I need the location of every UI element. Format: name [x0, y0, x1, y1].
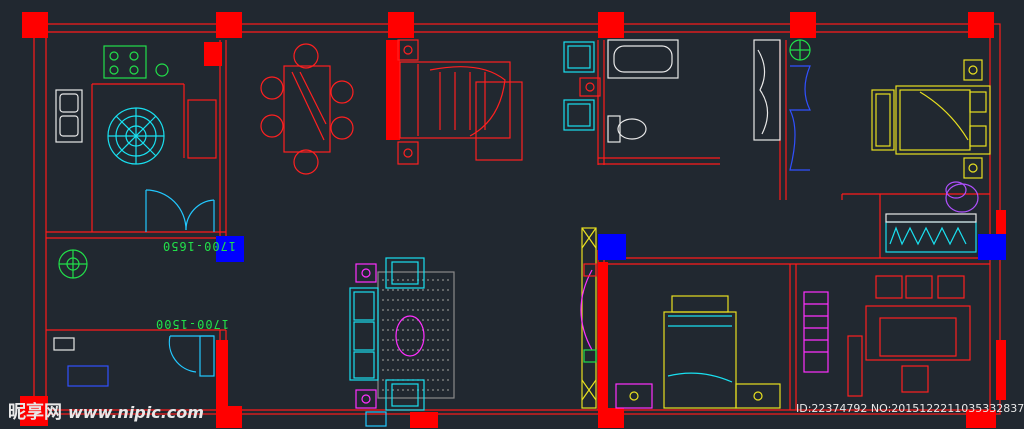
watermark-id: ID:22374792 NO:20151222110353328373: [796, 402, 1024, 415]
side-table-red: [579, 77, 601, 97]
wardrobe-panel: [753, 39, 781, 141]
kitchen-double-door: [145, 189, 215, 232]
kitchen-sink: [55, 89, 83, 143]
entry-door: [168, 335, 215, 377]
watermark-url: www.nipic.com: [68, 403, 204, 422]
study-desk-red: [847, 275, 971, 397]
sofa-set-cyan: [349, 257, 425, 411]
bed-yellow: [871, 59, 991, 179]
toilet: [607, 115, 647, 143]
watermark-logo: 昵享网 www.nipic.com: [8, 398, 204, 424]
dimension-label-lower: 1700-1500: [155, 317, 230, 331]
vanity-blue: [789, 65, 811, 171]
rug-pattern: [377, 271, 455, 399]
desk-shelf-white: [885, 213, 977, 223]
dining-table-set: [260, 43, 354, 175]
shoe-cabinet: [53, 337, 109, 387]
kitchen-stove: [103, 45, 169, 79]
floor-plan-canvas: 1700-1650 1700-1500 昵享网 www.nipic.com ID:…: [0, 0, 1024, 429]
double-bed-red: [397, 39, 523, 165]
plant-top: [789, 39, 811, 61]
round-dining-table: [107, 107, 165, 165]
desk-cyan: [885, 221, 977, 253]
armchairs-cyan: [563, 41, 595, 131]
lounge-chair-purple: [945, 181, 979, 213]
kitchen-cabinet: [187, 99, 217, 159]
coffee-table-magenta: [355, 263, 425, 409]
plant-left: [58, 249, 88, 279]
bookshelf-magenta: [803, 291, 829, 373]
floor-plan-drawing: [20, 12, 1006, 428]
watermark-site-name: 昵享网: [8, 402, 62, 423]
structural-columns: [20, 12, 1006, 428]
bed-bottom: [615, 295, 781, 409]
tv-cabinet: [580, 227, 597, 409]
bathtub: [607, 39, 679, 79]
dimension-label-upper: 1700-1650: [162, 239, 237, 253]
